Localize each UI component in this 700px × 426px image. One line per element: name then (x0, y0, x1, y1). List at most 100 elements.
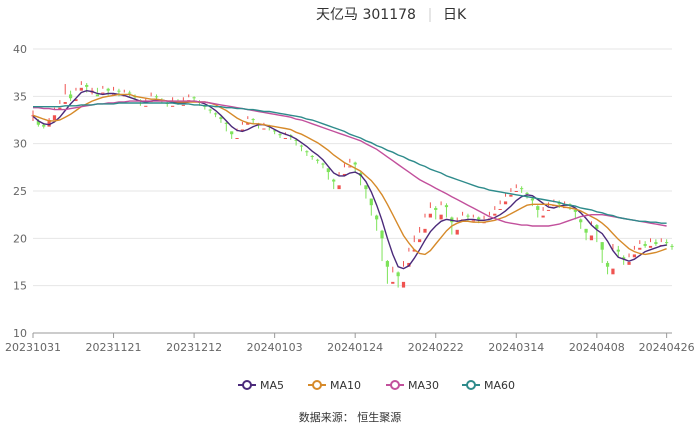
candle-down (315, 159, 320, 161)
legend-marker-ma10 (312, 380, 322, 390)
legend-label-ma60: MA60 (484, 379, 515, 392)
candle-down (573, 209, 577, 212)
candle-down (600, 242, 604, 250)
candle-down (208, 109, 212, 111)
candle-down (616, 249, 620, 252)
candle-up (101, 92, 105, 94)
grid (33, 48, 672, 334)
candle-down (321, 163, 325, 165)
candle-down (380, 230, 384, 239)
x-tick-label: 20240314 (488, 341, 544, 354)
candle-down (154, 96, 159, 98)
x-tick-label: 20240124 (327, 341, 383, 354)
y-tick-label: 30 (13, 138, 27, 151)
candle-up (541, 215, 545, 218)
legend-label-ma5: MA5 (260, 379, 284, 392)
candle-down (251, 119, 255, 121)
y-axis: 10 15 20 25 30 35 40 (13, 43, 27, 340)
candle-down (385, 261, 390, 267)
candle-down (299, 145, 304, 147)
candle-down (579, 219, 583, 223)
candle-down (353, 162, 357, 165)
candle-down (477, 217, 481, 220)
moving-average-lines (32, 89, 667, 270)
candle-down (230, 131, 234, 135)
legend-marker-ma30 (390, 380, 400, 390)
legend-marker-ma60 (466, 380, 476, 390)
candle-down (364, 185, 368, 190)
y-tick-label: 10 (13, 327, 27, 340)
candle-down (670, 245, 674, 247)
candle-up (79, 87, 83, 91)
candle-up (611, 268, 615, 275)
candle-up (471, 220, 475, 222)
candles (31, 81, 674, 288)
candle-up (423, 228, 427, 233)
candle-up (418, 239, 422, 243)
line-ma10 (32, 93, 667, 256)
legend-label-ma30: MA30 (408, 379, 439, 392)
candle-down (444, 205, 449, 208)
y-tick-label: 20 (13, 232, 27, 245)
y-tick-label: 40 (13, 43, 27, 56)
x-tick-label: 20240426 (639, 341, 695, 354)
candle-down (654, 242, 658, 245)
y-tick-label: 25 (13, 185, 27, 198)
candle-down (665, 242, 669, 244)
candle-up (498, 208, 502, 210)
candle-down (530, 198, 534, 201)
candle-up (171, 105, 175, 107)
candle-up (401, 281, 406, 288)
x-tick-label: 20240103 (247, 341, 303, 354)
candle-down (213, 113, 218, 115)
candle-down (525, 192, 529, 194)
candle-up (627, 262, 631, 265)
candle-up (509, 194, 513, 197)
chart-title: 天亿马 301178 日K (316, 7, 467, 23)
candle-down (332, 179, 336, 182)
x-tick-label: 20231031 (5, 341, 61, 354)
x-tick-label: 20240222 (408, 341, 464, 354)
candle-down (396, 272, 400, 277)
candle-down (466, 215, 470, 217)
candle-up (632, 254, 637, 258)
chart-title-period: 日K (443, 7, 467, 23)
candle-up (514, 191, 518, 192)
candlestick-chart: 天亿马 301178 日K 10152025303540 20231031 202… (5, 7, 695, 424)
candle-up (262, 128, 266, 130)
candle-up (391, 281, 395, 284)
candle-down (584, 228, 588, 233)
line-ma60 (33, 102, 667, 224)
chart-title-name: 天亿马 301178 (316, 7, 416, 23)
y-tick-label: 35 (13, 90, 27, 103)
candle-down (520, 188, 524, 190)
candle-up (283, 137, 287, 139)
x-axis: 20231031 20231121 20231212 20240103 20240124… (5, 333, 695, 354)
candle-down (310, 155, 314, 157)
candle-up (638, 247, 642, 250)
candle-down (305, 151, 309, 153)
candle-down (369, 198, 373, 206)
candle-up (503, 201, 508, 205)
candle-up (439, 214, 443, 220)
x-tick-label: 20231212 (166, 341, 222, 354)
candle-down (128, 92, 132, 94)
x-tick-label: 20240408 (569, 341, 625, 354)
candle-up (428, 213, 432, 218)
candle-down (68, 94, 73, 99)
line-ma5 (32, 89, 667, 270)
candle-up (144, 105, 148, 107)
candle-down (95, 94, 100, 97)
candle-down (536, 206, 540, 210)
candle-down (85, 84, 89, 87)
candle-up (648, 245, 653, 248)
y-tick-label: 15 (13, 280, 27, 293)
candle-down (605, 262, 610, 267)
candle-up (52, 115, 57, 120)
x-tick-label: 20231121 (86, 341, 142, 354)
candle-down (643, 244, 647, 246)
candle-down (117, 90, 121, 92)
candle-up (181, 104, 185, 106)
legend-label-ma10: MA10 (330, 379, 361, 392)
candle-up (546, 209, 551, 211)
